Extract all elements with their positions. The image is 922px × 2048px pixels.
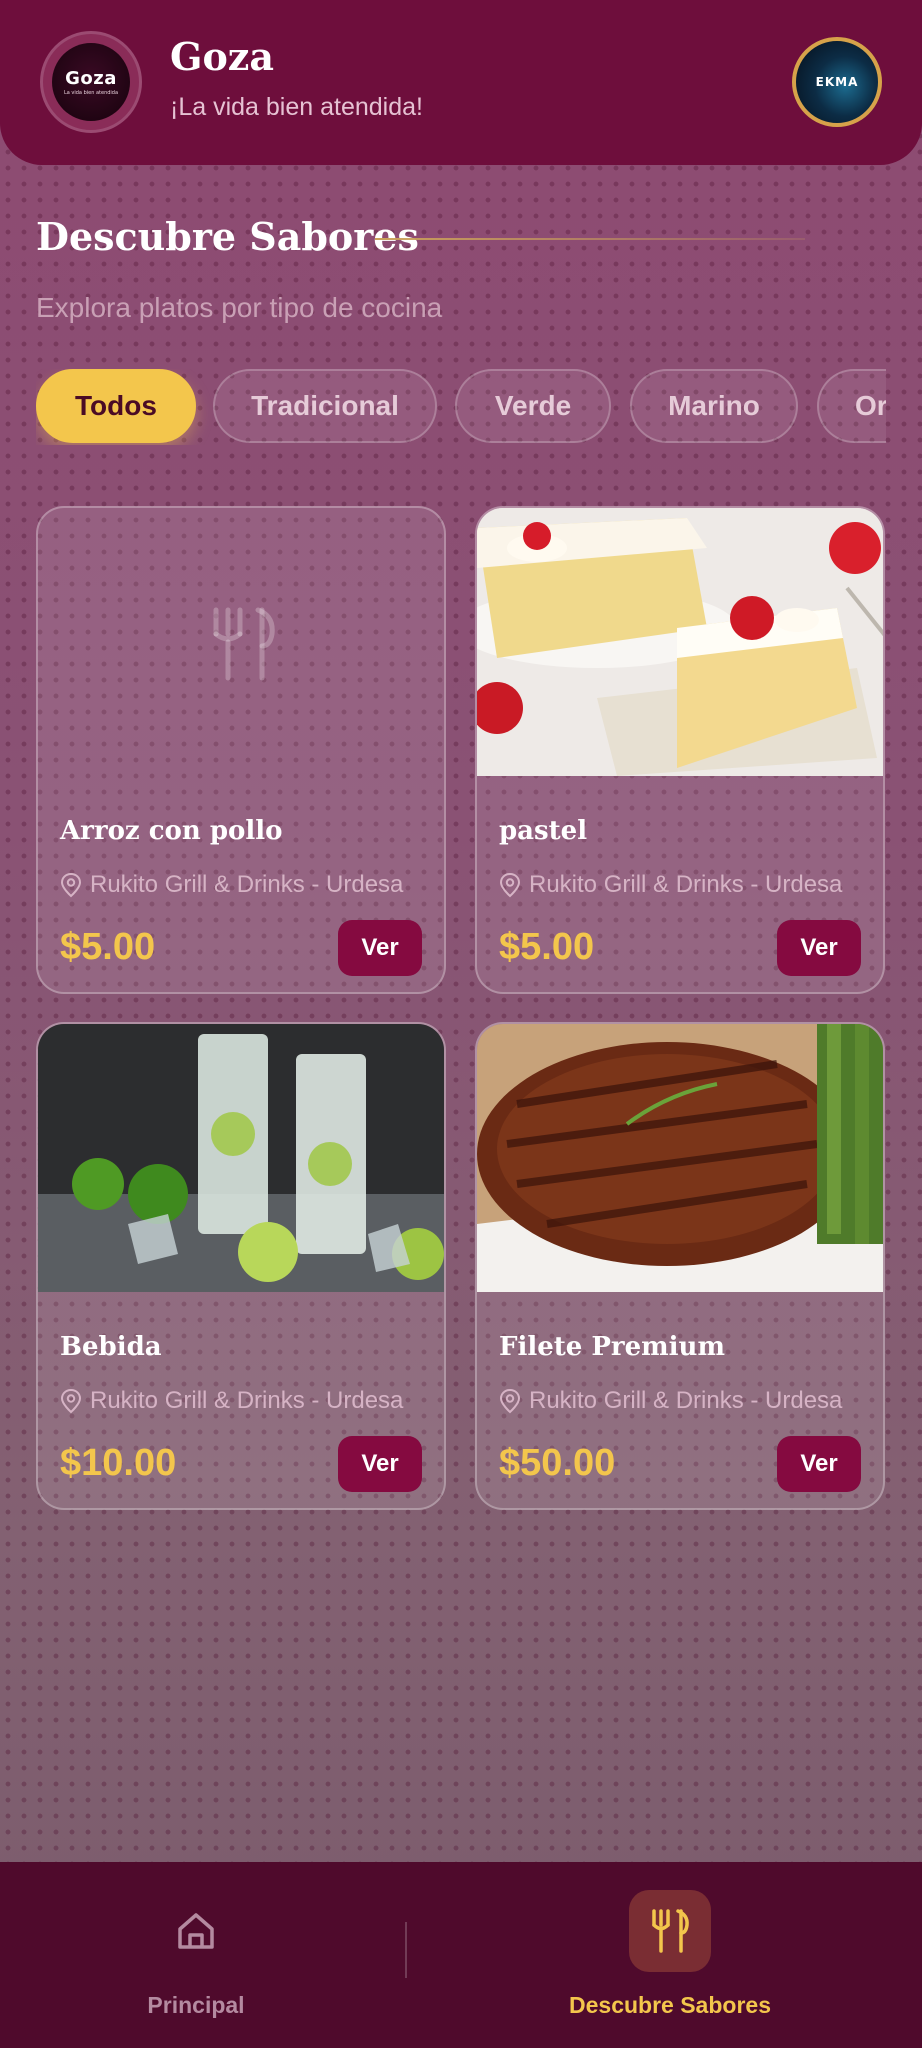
avatar-text: EKMA bbox=[815, 75, 859, 89]
dish-card-bebida[interactable]: Bebida Rukito Grill & Drinks - Urdesa $1… bbox=[36, 1022, 446, 1510]
filter-chip-todos[interactable]: Todos bbox=[36, 369, 196, 443]
dish-location: Rukito Grill & Drinks - Urdesa bbox=[60, 1387, 403, 1415]
location-pin-icon bbox=[499, 872, 521, 898]
view-dish-button[interactable]: Ver bbox=[777, 1436, 861, 1492]
dish-location-text: Rukito Grill & Drinks - Urdesa bbox=[90, 871, 404, 898]
utensils-icon bbox=[213, 607, 275, 681]
logo-word: Goza bbox=[65, 68, 117, 89]
bottom-navigation: Principal Descubre Sabores bbox=[0, 1862, 922, 2048]
app-title: Goza bbox=[170, 34, 274, 79]
location-pin-icon bbox=[60, 1388, 82, 1414]
nav-icon-container bbox=[155, 1890, 237, 1972]
section-subtitle: Explora platos por tipo de cocina bbox=[36, 292, 443, 323]
logo-badge: Goza La vida bien atendida bbox=[52, 43, 130, 121]
dish-card-pastel[interactable]: pastel Rukito Grill & Drinks - Urdesa $5… bbox=[475, 506, 885, 994]
dish-name: Bebida bbox=[60, 1332, 162, 1362]
dish-image-drinks bbox=[38, 1024, 444, 1292]
filter-chip-verde[interactable]: Verde bbox=[455, 369, 611, 443]
dish-location-text: Rukito Grill & Drinks - Urdesa bbox=[529, 871, 843, 898]
section-title: Descubre Sabores bbox=[36, 214, 419, 259]
dish-price: $10.00 bbox=[60, 1442, 177, 1484]
dish-price: $5.00 bbox=[499, 926, 595, 968]
category-filter-bar[interactable]: Todos Tradicional Verde Marino Or bbox=[36, 369, 886, 445]
dish-location: Rukito Grill & Drinks - Urdesa bbox=[499, 871, 842, 899]
app-subtitle: ¡La vida bien atendida! bbox=[170, 93, 423, 121]
location-pin-icon bbox=[499, 1388, 521, 1414]
steak-photo bbox=[477, 1024, 883, 1292]
dish-name: pastel bbox=[499, 816, 588, 846]
dish-price: $5.00 bbox=[60, 926, 156, 968]
dish-image-cake bbox=[477, 508, 883, 776]
view-dish-button[interactable]: Ver bbox=[777, 920, 861, 976]
app-header: Goza La vida bien atendida Goza ¡La vida… bbox=[0, 0, 922, 165]
avatar[interactable]: EKMA bbox=[792, 37, 882, 127]
dish-image-placeholder bbox=[38, 508, 444, 776]
logo-tagline: La vida bien atendida bbox=[63, 90, 119, 96]
dish-name: Arroz con pollo bbox=[60, 816, 283, 846]
nav-divider bbox=[405, 1922, 407, 1978]
nav-item-principal[interactable]: Principal bbox=[96, 1862, 296, 2048]
view-dish-button[interactable]: Ver bbox=[338, 1436, 422, 1492]
filter-chip-marino[interactable]: Marino bbox=[630, 369, 798, 443]
location-pin-icon bbox=[60, 872, 82, 898]
dish-name: Filete Premium bbox=[499, 1332, 725, 1362]
filter-chip-tradicional[interactable]: Tradicional bbox=[213, 369, 437, 443]
dish-card-filete-premium[interactable]: Filete Premium Rukito Grill & Drinks - U… bbox=[475, 1022, 885, 1510]
nav-label-principal: Principal bbox=[147, 1992, 245, 2018]
dish-location: Rukito Grill & Drinks - Urdesa bbox=[60, 871, 403, 899]
drinks-photo bbox=[38, 1024, 444, 1292]
app-logo[interactable]: Goza La vida bien atendida bbox=[40, 31, 142, 133]
dish-location-text: Rukito Grill & Drinks - Urdesa bbox=[90, 1387, 404, 1414]
dish-location-text: Rukito Grill & Drinks - Urdesa bbox=[529, 1387, 843, 1414]
nav-icon-container-active bbox=[629, 1890, 711, 1972]
nav-item-descubre-sabores[interactable]: Descubre Sabores bbox=[540, 1862, 800, 2048]
nav-label-descubre-sabores: Descubre Sabores bbox=[569, 1992, 771, 2018]
dish-image-steak bbox=[477, 1024, 883, 1292]
dish-price: $50.00 bbox=[499, 1442, 616, 1484]
home-icon bbox=[178, 1913, 214, 1949]
view-dish-button[interactable]: Ver bbox=[338, 920, 422, 976]
dish-location: Rukito Grill & Drinks - Urdesa bbox=[499, 1387, 842, 1415]
section-divider bbox=[375, 238, 805, 240]
cake-photo bbox=[477, 508, 883, 776]
dish-card-arroz-con-pollo[interactable]: Arroz con pollo Rukito Grill & Drinks - … bbox=[36, 506, 446, 994]
filter-chip-partial[interactable]: Or bbox=[817, 369, 886, 443]
utensils-icon bbox=[652, 1909, 689, 1953]
